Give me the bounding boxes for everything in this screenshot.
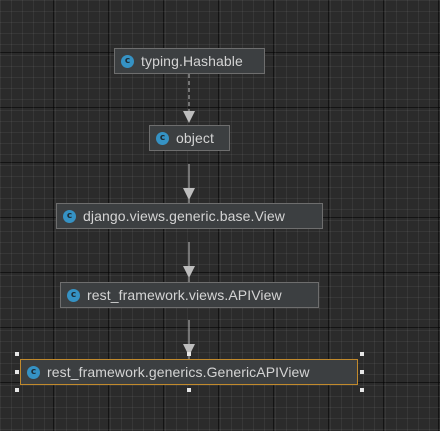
node-label: rest_framework.views.APIView — [87, 287, 282, 303]
arrowhead-object-from-hashable — [183, 111, 195, 123]
resize-handle-bottom-left[interactable] — [15, 388, 19, 392]
node-label: object — [176, 130, 214, 146]
class-node-object[interactable]: c object — [149, 125, 230, 151]
arrowhead-view-from-apiview — [183, 266, 195, 278]
class-node-apiview[interactable]: c rest_framework.views.APIView — [60, 282, 319, 308]
resize-handle-middle-right[interactable] — [360, 370, 364, 374]
class-icon: c — [27, 365, 40, 379]
class-icon: c — [156, 131, 169, 145]
resize-handle-top-left[interactable] — [15, 352, 19, 356]
node-label: typing.Hashable — [141, 53, 243, 69]
class-node-genericapiview[interactable]: c rest_framework.generics.GenericAPIView — [20, 359, 358, 385]
node-label: django.views.generic.base.View — [83, 208, 285, 224]
resize-handle-middle-left[interactable] — [15, 370, 19, 374]
node-label: rest_framework.generics.GenericAPIView — [47, 364, 310, 380]
diagram-canvas[interactable]: c typing.Hashable c object c django.view… — [0, 0, 440, 431]
class-icon: c — [63, 209, 76, 223]
class-node-django-view[interactable]: c django.views.generic.base.View — [56, 203, 323, 229]
class-icon: c — [121, 54, 134, 68]
class-node-typing-hashable[interactable]: c typing.Hashable — [114, 48, 265, 74]
resize-handle-bottom-center[interactable] — [187, 388, 191, 392]
resize-handle-top-right[interactable] — [360, 352, 364, 356]
resize-handle-top-center[interactable] — [187, 352, 191, 356]
class-icon: c — [67, 288, 80, 302]
arrowhead-object-from-view — [183, 188, 195, 200]
resize-handle-bottom-right[interactable] — [360, 388, 364, 392]
